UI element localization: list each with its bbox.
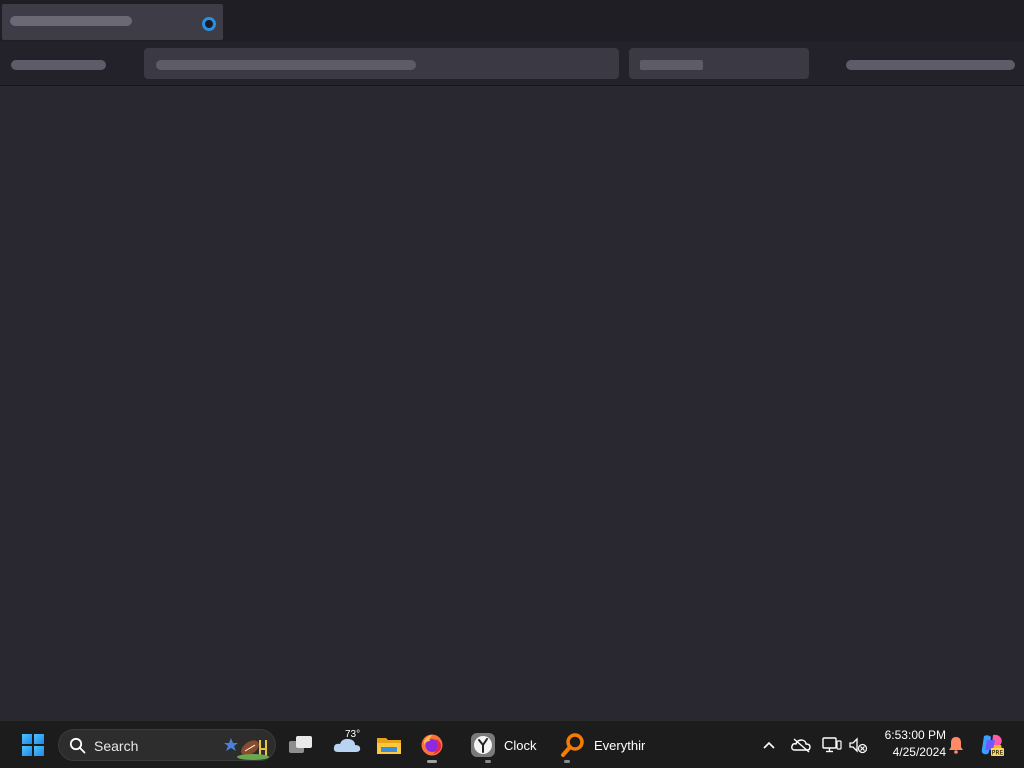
everything-search-icon — [561, 733, 584, 757]
search-icon — [69, 737, 86, 754]
running-indicator — [485, 760, 491, 763]
start-button[interactable] — [14, 725, 52, 765]
svg-text:PRE: PRE — [992, 750, 1004, 757]
clock-icon — [471, 733, 495, 757]
search-placeholder — [640, 60, 703, 70]
toolbar-right-placeholder — [846, 60, 1015, 70]
onedrive-tray-button[interactable] — [787, 725, 815, 765]
onedrive-offline-icon — [791, 738, 811, 753]
clock-time: 6:53:00 PM — [884, 728, 946, 742]
task-view-icon — [289, 736, 312, 753]
running-indicator — [564, 760, 570, 763]
everything-app-label: Everythir — [594, 737, 646, 753]
tab-title-placeholder — [10, 16, 132, 26]
clock-app-label: Clock — [504, 737, 537, 753]
notifications-button[interactable] — [942, 725, 970, 765]
weather-temperature: 73° — [345, 729, 361, 740]
everything-app-button[interactable]: Everythir — [552, 725, 648, 765]
file-explorer-icon — [377, 738, 401, 754]
volume-muted-icon — [849, 737, 868, 754]
system-clock[interactable]: 6:53:00 PM 4/25/2024 — [874, 727, 946, 763]
address-bar[interactable] — [144, 48, 619, 79]
running-indicator — [427, 760, 437, 763]
address-placeholder — [156, 60, 416, 70]
clock-date: 4/25/2024 — [892, 745, 946, 759]
taskbar-search-box[interactable]: Search — [58, 729, 276, 761]
network-icon — [822, 737, 842, 753]
volume-tray-button[interactable] — [844, 725, 872, 765]
chevron-up-icon — [763, 741, 775, 749]
page-content — [0, 86, 1024, 720]
browser-toolbar — [0, 42, 1024, 86]
bell-icon — [949, 737, 963, 754]
network-tray-button[interactable] — [818, 725, 846, 765]
browser-tabstrip — [0, 0, 1024, 42]
copilot-button[interactable]: PRE — [978, 725, 1006, 765]
search-highlight-football-icon — [224, 738, 269, 760]
show-hidden-icons-button[interactable] — [755, 725, 783, 765]
windows-logo-icon — [22, 734, 44, 756]
copilot-icon: PRE — [981, 734, 1004, 757]
loading-spinner-icon — [202, 17, 216, 31]
toolbar-search-box[interactable] — [629, 48, 809, 79]
task-view-button[interactable] — [284, 725, 318, 765]
firefox-button[interactable] — [415, 725, 449, 765]
clock-app-button[interactable]: Clock — [462, 725, 548, 765]
search-label: Search — [94, 738, 139, 754]
taskbar: Search 73° Clock Everythir 6:53:00 PM 4/… — [0, 720, 1024, 768]
file-explorer-button[interactable] — [372, 725, 406, 765]
firefox-icon — [421, 734, 443, 756]
nav-placeholder — [11, 60, 106, 70]
browser-tab[interactable] — [2, 4, 223, 40]
